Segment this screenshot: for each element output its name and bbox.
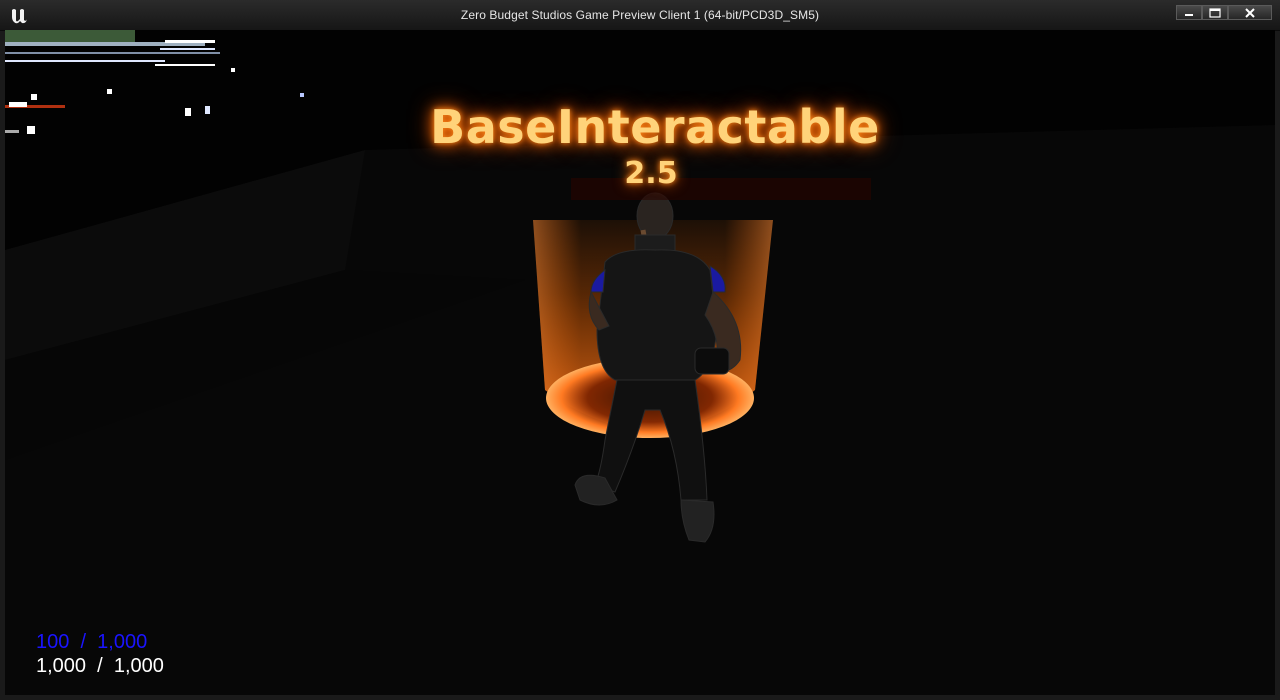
interactable-value-label: 2.5	[624, 156, 678, 191]
minimize-button[interactable]	[1176, 5, 1202, 20]
maximize-button[interactable]	[1202, 5, 1228, 20]
health-readout: 1,000 / 1,000	[36, 655, 164, 677]
maximize-icon	[1209, 7, 1221, 18]
game-window: Zero Budget Studios Game Preview Client …	[0, 0, 1280, 700]
health-max: 1,000	[113, 655, 164, 677]
minimize-icon	[1185, 13, 1193, 16]
health-current: 1,000	[36, 655, 87, 677]
window-title: Zero Budget Studios Game Preview Client …	[460, 8, 820, 22]
close-button[interactable]	[1228, 5, 1272, 20]
window-controls	[1176, 5, 1272, 20]
interactable-name-label: BaseInteractable	[430, 100, 880, 154]
close-icon	[1245, 7, 1255, 18]
mana-readout: 100 / 1,000	[36, 631, 148, 653]
title-bar[interactable]: Zero Budget Studios Game Preview Client …	[0, 0, 1280, 31]
game-viewport[interactable]: BaseInteractable 2.5 100 / 1,000 1,000 /…	[5, 30, 1275, 695]
mana-current: 100	[36, 631, 70, 653]
mana-max: 1,000	[97, 631, 148, 653]
